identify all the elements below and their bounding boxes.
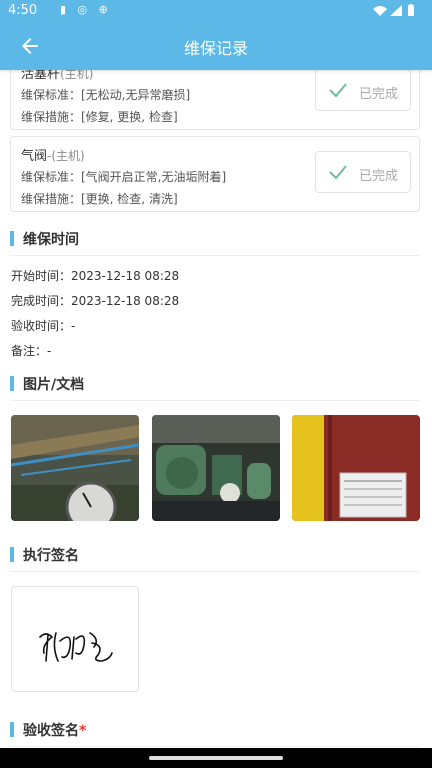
section-header-accept-signature: 验收签名* [10,714,420,747]
navigation-bar [0,748,432,768]
home-indicator[interactable] [149,756,283,760]
app-bar: 维保记录 [0,22,432,70]
status-bar: 4:50 ▮ ◎ ⊕ [0,0,432,22]
signal-icon [373,4,414,16]
signature-image [39,632,113,662]
check-icon [329,165,347,180]
item-measures: 维保措施：[更换, 检查, 清洗] [21,192,178,206]
section-title: 执行签名 [23,548,79,564]
completed-label: 已完成 [359,169,399,184]
section-title: 图片/文档 [23,377,85,393]
item-standard: 维保标准：[气阀开启正常,无油垢附着] [21,170,227,184]
notification-icons: ▮ ◎ ⊕ [60,3,112,16]
status-time: 4:50 [8,3,38,18]
completed-label: 已完成 [359,87,399,102]
page-title: 维保记录 [183,39,248,58]
section-title: 验收签名* [23,723,87,739]
item-standard: 维保标准：[无松动,无异常磨损] [21,88,191,102]
section-header-time: 维保时间 [10,223,420,256]
maintenance-item-card: 活塞杆(主机) 维保标准：[无松动,无异常磨损] 维保措施：[修复, 更换, 检… [10,70,420,130]
system-icons [372,4,418,21]
machinery-photo [152,415,280,521]
executor-signature-box[interactable] [11,586,139,692]
nameplate-photo [292,415,420,521]
start-time: 开始时间：2023-12-18 08:28 [11,269,180,283]
item-name: 活塞杆(主机) [21,70,94,82]
finish-time: 完成时间：2023-12-18 08:28 [11,294,180,308]
scroll-content[interactable]: 活塞杆(主机) 维保标准：[无松动,无异常磨损] 维保措施：[修复, 更换, 检… [0,70,432,748]
photo-thumbnail[interactable] [11,415,139,521]
check-icon [329,83,347,98]
completed-button[interactable]: 已完成 [315,151,411,193]
section-header-media: 图片/文档 [10,368,420,401]
required-mark: * [79,723,87,739]
photo-thumbnail[interactable] [292,415,420,521]
section-title: 维保时间 [23,232,79,248]
item-name: 气阀-(主机) [21,149,85,164]
section-header-exec-signature: 执行签名 [10,539,420,572]
item-measures: 维保措施：[修复, 更换, 检查] [21,110,178,124]
note: 备注：- [11,344,52,358]
pressure-gauge-photo [11,415,139,521]
maintenance-item-card: 气阀-(主机) 维保标准：[气阀开启正常,无油垢附着] 维保措施：[更换, 检查… [10,136,420,212]
photo-thumbnail[interactable] [152,415,280,521]
acceptance-time: 验收时间：- [11,319,76,333]
completed-button[interactable]: 已完成 [315,70,411,111]
